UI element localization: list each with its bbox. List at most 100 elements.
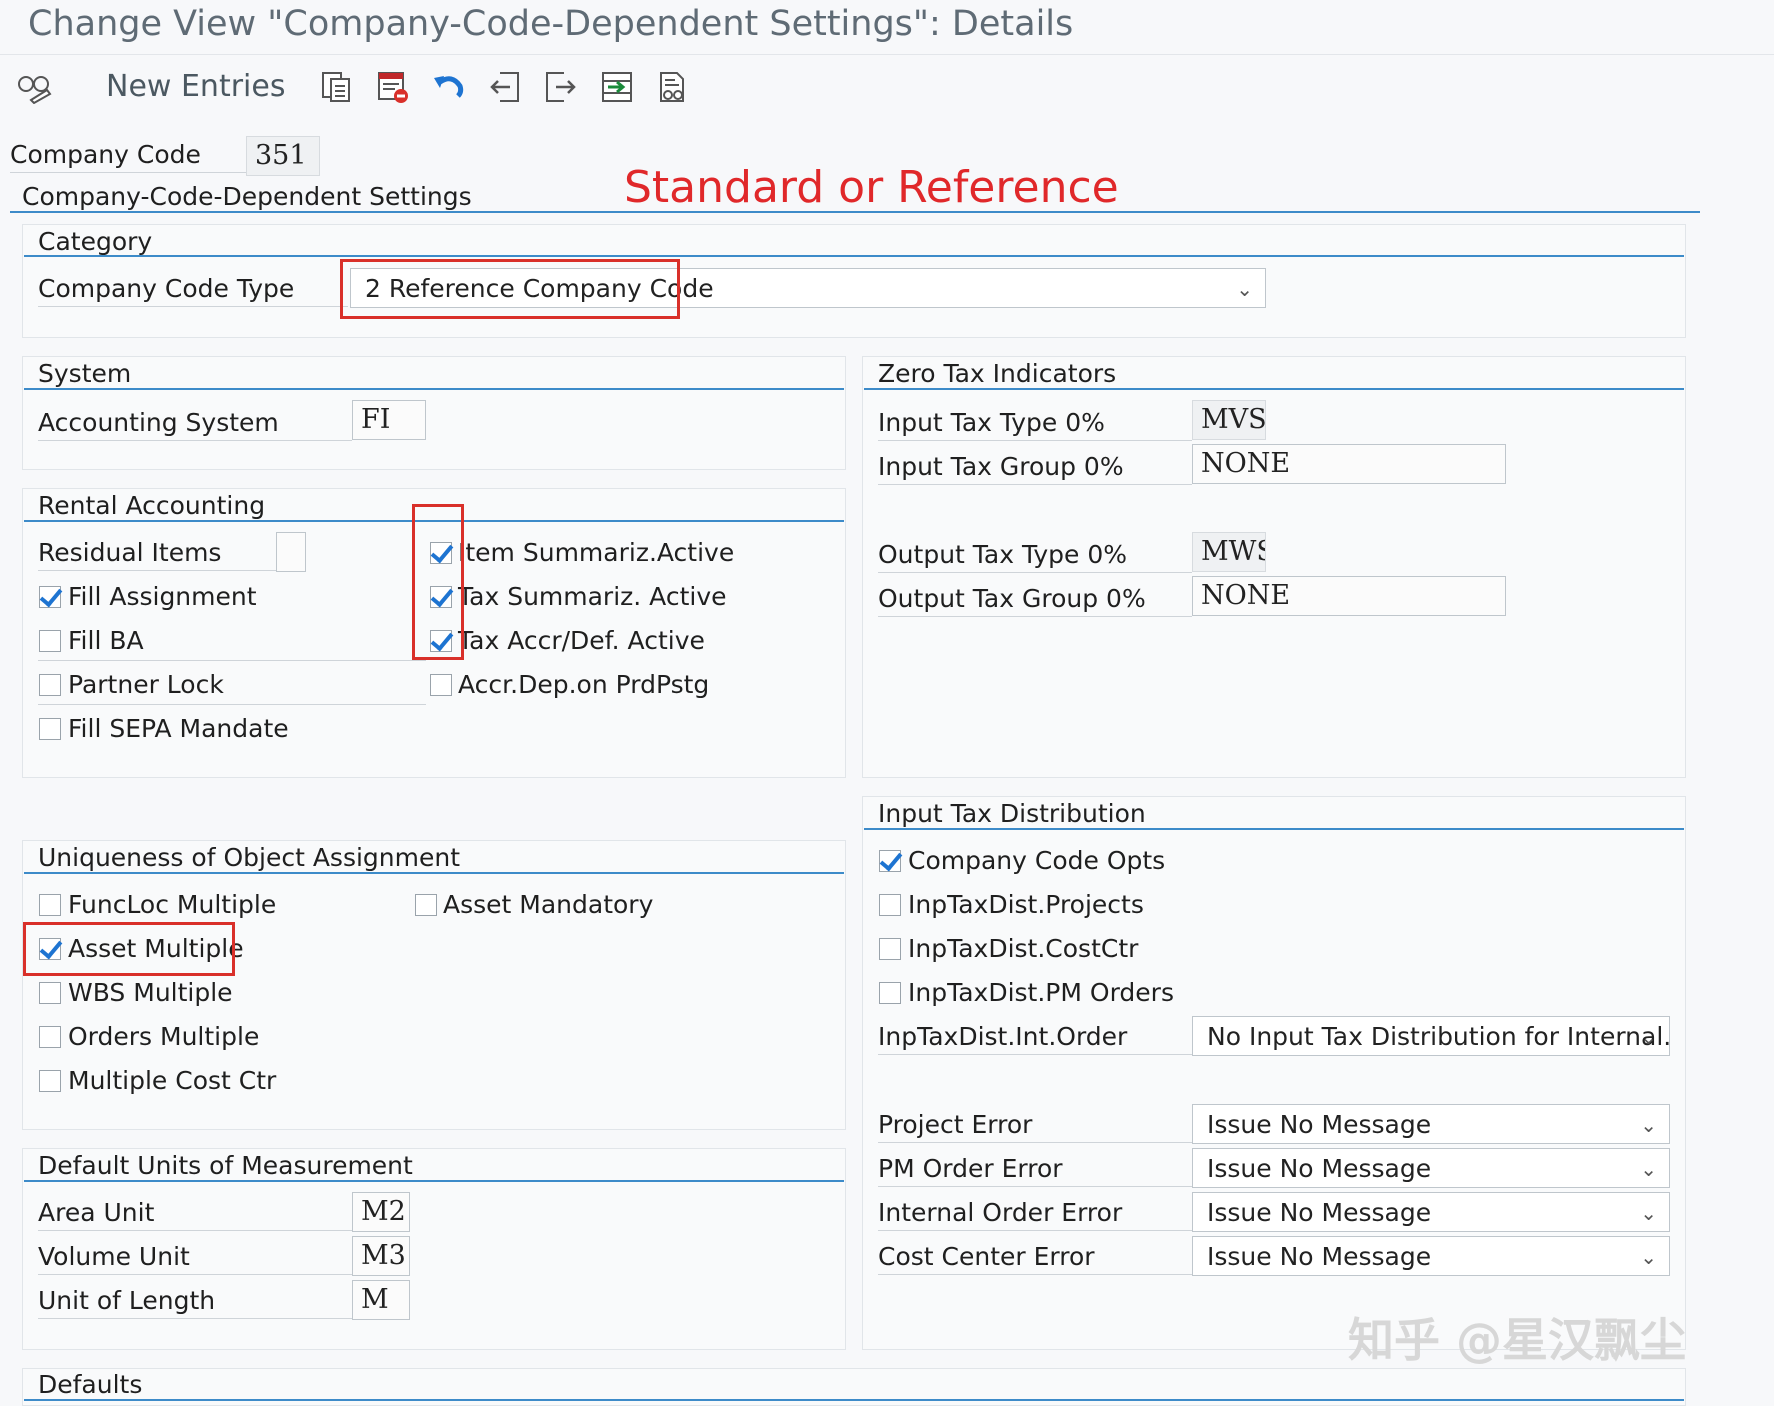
volume-unit-field[interactable]: M3: [352, 1236, 410, 1276]
input-tax-type-field: MVST: [1192, 400, 1266, 440]
internal-order-error-select[interactable]: Issue No Message ⌄: [1192, 1192, 1670, 1232]
defaults-title: Defaults: [38, 1370, 143, 1399]
residual-items-label: Residual Items: [38, 538, 222, 567]
chevron-down-icon: ⌄: [1640, 1025, 1657, 1049]
internal-order-error-value: Issue No Message: [1207, 1198, 1432, 1227]
fill-sepa-checkbox[interactable]: [39, 718, 61, 740]
area-unit-underline: [38, 1230, 352, 1231]
zero-tax-title: Zero Tax Indicators: [878, 359, 1117, 388]
chevron-down-icon: ⌄: [1640, 1245, 1657, 1269]
highlight-summariz-checkboxes: [412, 504, 464, 660]
inptaxdist-int-order-select[interactable]: No Input Tax Distribution for Internal..…: [1192, 1016, 1670, 1056]
input-tax-group-field[interactable]: NONE: [1192, 444, 1506, 484]
other-view-icon[interactable]: [654, 68, 692, 106]
company-code-label: Company Code: [10, 140, 201, 169]
uniqueness-line: [24, 872, 844, 874]
cost-center-error-label: Cost Center Error: [878, 1242, 1095, 1271]
chevron-down-icon: ⌄: [1236, 277, 1253, 301]
inptaxdist-costctr-checkbox[interactable]: [879, 938, 901, 960]
cost-center-error-select[interactable]: Issue No Message ⌄: [1192, 1236, 1670, 1276]
multiple-cost-ctr-checkbox[interactable]: [39, 1070, 61, 1092]
unit-of-length-field[interactable]: M: [352, 1280, 410, 1320]
display-change-icon[interactable]: [16, 68, 54, 106]
company-code-type-underline: [38, 306, 348, 307]
select-all-icon[interactable]: [598, 68, 636, 106]
input-tax-group-label: Input Tax Group 0%: [878, 452, 1124, 481]
inptaxdist-int-order-value: No Input Tax Distribution for Internal..…: [1207, 1022, 1670, 1051]
volume-unit-underline: [38, 1274, 352, 1275]
fill-ba-label: Fill BA: [68, 626, 144, 655]
input-tax-distribution-title: Input Tax Distribution: [878, 799, 1146, 828]
unit-of-length-underline: [38, 1318, 352, 1319]
input-tax-type-underline: [878, 440, 1192, 441]
company-code-opts-label: Company Code Opts: [908, 846, 1166, 875]
category-line: [24, 255, 1684, 257]
inptaxdist-costctr-label: InpTaxDist.CostCtr: [908, 934, 1139, 963]
accounting-system-label: Accounting System: [38, 408, 279, 437]
category-title: Category: [38, 227, 153, 256]
previous-entry-icon[interactable]: [486, 68, 524, 106]
inptaxdist-projects-checkbox[interactable]: [879, 894, 901, 916]
orders-multiple-label: Orders Multiple: [68, 1022, 260, 1051]
accr-dep-label: Accr.Dep.on PrdPstg: [458, 670, 710, 699]
tax-summariz-label: Tax Summariz. Active: [458, 582, 727, 611]
residual-items-field[interactable]: [276, 532, 306, 572]
chevron-down-icon: ⌄: [1640, 1201, 1657, 1225]
fill-ba-checkbox[interactable]: [39, 630, 61, 652]
fill-ba-underline: [38, 660, 426, 661]
accounting-system-underline: [38, 440, 352, 441]
partner-lock-checkbox[interactable]: [39, 674, 61, 696]
accounting-system-field[interactable]: FI: [352, 400, 426, 440]
inptaxdist-pm-orders-label: InpTaxDist.PM Orders: [908, 978, 1174, 1007]
toolbar: New Entries: [0, 55, 1774, 117]
funcloc-multiple-checkbox[interactable]: [39, 894, 61, 916]
residual-items-underline: [38, 570, 276, 571]
undo-icon[interactable]: [430, 68, 468, 106]
area-unit-field[interactable]: M2: [352, 1192, 410, 1232]
input-tax-type-label: Input Tax Type 0%: [878, 408, 1105, 437]
input-tax-group-underline: [878, 484, 1192, 485]
new-entries-button[interactable]: New Entries: [106, 69, 285, 104]
multiple-cost-ctr-label: Multiple Cost Ctr: [68, 1066, 277, 1095]
internal-order-error-label: Internal Order Error: [878, 1198, 1123, 1227]
copy-icon[interactable]: [318, 68, 356, 106]
partner-lock-label: Partner Lock: [68, 670, 224, 699]
company-code-opts-checkbox[interactable]: [879, 850, 901, 872]
wbs-multiple-checkbox[interactable]: [39, 982, 61, 1004]
fill-assignment-label: Fill Assignment: [68, 582, 257, 611]
output-tax-group-field[interactable]: NONE: [1192, 576, 1506, 616]
system-title: System: [38, 359, 132, 388]
pm-order-error-value: Issue No Message: [1207, 1154, 1432, 1183]
partner-lock-underline: [38, 704, 426, 705]
accr-dep-checkbox[interactable]: [430, 674, 452, 696]
defaults-line: [24, 1399, 1684, 1401]
input-tax-distribution-line: [864, 828, 1684, 830]
pm-order-error-select[interactable]: Issue No Message ⌄: [1192, 1148, 1670, 1188]
inptaxdist-pm-orders-checkbox[interactable]: [879, 982, 901, 1004]
next-entry-icon[interactable]: [542, 68, 580, 106]
watermark: 知乎 @星汉飘尘: [1348, 1313, 1687, 1367]
highlight-company-code-type: [340, 259, 680, 319]
project-error-value: Issue No Message: [1207, 1110, 1432, 1139]
tax-accr-label: Tax Accr/Def. Active: [458, 626, 705, 655]
project-error-label: Project Error: [878, 1110, 1033, 1139]
asset-mandatory-label: Asset Mandatory: [443, 890, 654, 919]
pm-order-error-underline: [878, 1186, 1192, 1187]
internal-order-error-underline: [878, 1230, 1192, 1231]
company-code-type-label: Company Code Type: [38, 274, 295, 303]
zero-tax-line: [864, 388, 1684, 390]
rental-accounting-title: Rental Accounting: [38, 491, 266, 520]
volume-unit-label: Volume Unit: [38, 1242, 190, 1271]
units-title: Default Units of Measurement: [38, 1151, 413, 1180]
unit-of-length-label: Unit of Length: [38, 1286, 216, 1315]
fill-assignment-checkbox[interactable]: [39, 586, 61, 608]
inptaxdist-projects-label: InpTaxDist.Projects: [908, 890, 1144, 919]
asset-mandatory-checkbox[interactable]: [415, 894, 437, 916]
project-error-select[interactable]: Issue No Message ⌄: [1192, 1104, 1670, 1144]
delete-icon[interactable]: [374, 68, 412, 106]
wbs-multiple-label: WBS Multiple: [68, 978, 233, 1007]
inptaxdist-int-order-label: InpTaxDist.Int.Order: [878, 1022, 1128, 1051]
orders-multiple-checkbox[interactable]: [39, 1026, 61, 1048]
item-summariz-label: Item Summariz.Active: [458, 538, 735, 567]
title-bar: Change View "Company-Code-Dependent Sett…: [0, 0, 1774, 55]
